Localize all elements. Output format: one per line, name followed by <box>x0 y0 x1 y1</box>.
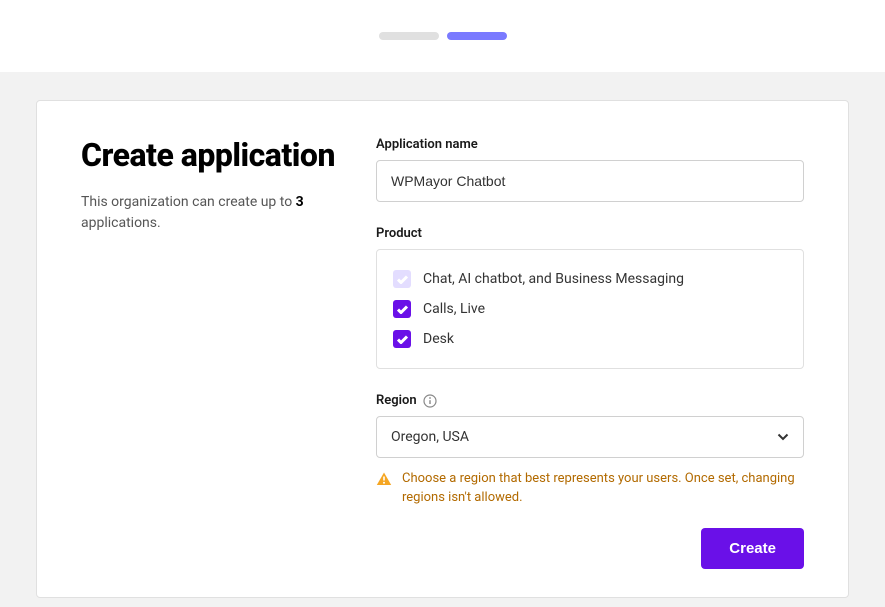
top-progress-bar <box>0 0 885 72</box>
product-row-calls: Calls, Live <box>393 294 787 324</box>
chevron-down-icon <box>777 433 789 441</box>
button-row: Create <box>376 528 804 569</box>
region-label: Region <box>376 393 804 408</box>
product-section: Product Chat, AI chatbot, and Business M… <box>376 226 804 369</box>
page-title: Create application <box>81 137 336 174</box>
page-subtitle: This organization can create up to 3 app… <box>81 192 336 234</box>
region-value: Oregon, USA <box>391 429 469 445</box>
product-row-chat: Chat, AI chatbot, and Business Messaging <box>393 264 787 294</box>
create-button[interactable]: Create <box>701 528 804 569</box>
product-box: Chat, AI chatbot, and Business Messaging… <box>376 249 804 369</box>
page-body: Create application This organization can… <box>0 72 885 607</box>
checkbox-calls[interactable] <box>393 300 411 318</box>
subtitle-limit: 3 <box>296 194 304 210</box>
progress-step-1 <box>379 32 439 40</box>
product-label-desk: Desk <box>423 331 454 347</box>
region-warning-text: Choose a region that best represents you… <box>402 470 804 508</box>
app-name-input[interactable] <box>376 160 804 202</box>
app-name-section: Application name <box>376 137 804 202</box>
subtitle-prefix: This organization can create up to <box>81 194 296 210</box>
region-warning: Choose a region that best represents you… <box>376 470 804 508</box>
product-label-calls: Calls, Live <box>423 301 485 317</box>
product-label: Product <box>376 226 804 241</box>
region-label-text: Region <box>376 393 417 408</box>
progress-indicator <box>379 32 507 40</box>
checkbox-chat <box>393 270 411 288</box>
check-icon <box>397 275 408 284</box>
app-name-label: Application name <box>376 137 804 152</box>
info-icon[interactable] <box>423 394 437 408</box>
create-application-card: Create application This organization can… <box>36 100 849 598</box>
right-column: Application name Product Chat, AI chatbo… <box>376 137 804 569</box>
region-select[interactable]: Oregon, USA <box>376 416 804 458</box>
warning-icon <box>376 472 392 486</box>
product-label-chat: Chat, AI chatbot, and Business Messaging <box>423 271 684 287</box>
check-icon <box>397 335 408 344</box>
left-column: Create application This organization can… <box>81 137 336 569</box>
subtitle-suffix: applications. <box>81 215 161 231</box>
checkbox-desk[interactable] <box>393 330 411 348</box>
product-row-desk: Desk <box>393 324 787 354</box>
region-section: Region Oregon, USA <box>376 393 804 508</box>
progress-step-2 <box>447 32 507 40</box>
check-icon <box>397 305 408 314</box>
